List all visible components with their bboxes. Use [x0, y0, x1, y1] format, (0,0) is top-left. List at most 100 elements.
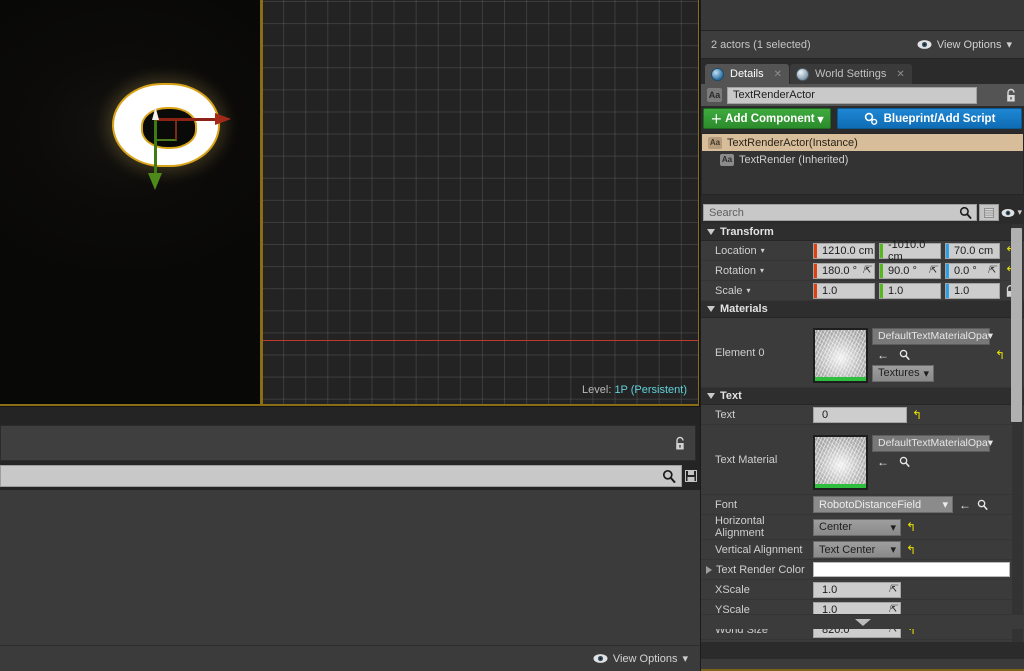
location-z-input[interactable]: 70.0 cm: [945, 242, 1000, 259]
reset-text-button[interactable]: ↰: [911, 408, 923, 422]
outliner-view-options-label: View Options: [936, 38, 1002, 51]
property-label-xscale: XScale: [715, 583, 750, 596]
eye-icon: [593, 653, 608, 664]
browse-asset-icon[interactable]: [899, 456, 915, 467]
text-render-color-label: Text Render Color: [716, 563, 805, 576]
text-value-input[interactable]: 0: [813, 406, 907, 423]
details-bottom-bar: [701, 658, 1024, 671]
reset-horizontal-alignment-button[interactable]: ↰: [905, 520, 917, 534]
details-search-input[interactable]: Search: [703, 204, 978, 221]
details-tabs: Details ✕ World Settings ✕: [701, 64, 1024, 84]
tab-world-settings[interactable]: World Settings ✕: [790, 64, 912, 84]
gizmo-y-axis[interactable]: [154, 119, 157, 177]
save-icon[interactable]: [682, 465, 700, 487]
textures-dropdown[interactable]: Textures ▾: [872, 364, 934, 382]
location-x-input[interactable]: 1210.0 cm: [813, 242, 875, 259]
vertical-alignment-value: Text Center: [819, 543, 876, 556]
viewport-scene-area[interactable]: [0, 0, 260, 406]
level-name[interactable]: 1P (Persistent): [614, 384, 687, 396]
details-scroll-track[interactable]: [1011, 224, 1023, 642]
property-label-text-render-color: Text Render Color: [701, 564, 813, 576]
horizontal-alignment-dropdown[interactable]: Center ▾: [813, 518, 901, 536]
drag-handle-icon: ⇱: [928, 265, 937, 276]
material-asset-picker[interactable]: DefaultTextMaterialOpa ▾: [872, 327, 993, 345]
close-icon[interactable]: ✕: [774, 69, 782, 80]
blueprint-add-script-button[interactable]: Blueprint/Add Script: [837, 108, 1022, 129]
reset-vertical-alignment-button[interactable]: ↰: [905, 543, 917, 557]
font-dropdown[interactable]: RobotoDistanceField ▾: [813, 496, 953, 513]
lock-icon[interactable]: [673, 436, 687, 451]
actor-name-input[interactable]: TextRenderActor: [727, 86, 977, 104]
property-row-text-render-color: Text Render Color: [701, 560, 1024, 580]
tab-world-settings-label: World Settings: [815, 68, 887, 80]
location-y-input[interactable]: -1010.0 cm: [879, 239, 941, 263]
scale-x-input[interactable]: 1.0: [813, 282, 875, 299]
scale-z-input[interactable]: 1.0: [945, 282, 1000, 299]
details-property-list[interactable]: Transform Location ▾ 1210.0 cm -1010.0 c…: [701, 224, 1024, 642]
component-row-textrender[interactable]: Aa TextRender (Inherited): [702, 151, 1023, 168]
xscale-input[interactable]: 1.0 ⇱: [813, 581, 901, 598]
content-browser-search-input[interactable]: [0, 465, 682, 487]
section-header-text[interactable]: Text: [701, 388, 1024, 405]
rotation-z-input[interactable]: 0.0 ° ⇱: [945, 262, 1000, 279]
content-browser-view-options-label[interactable]: View Options: [613, 653, 678, 665]
font-value: RobotoDistanceField: [819, 498, 922, 511]
property-row-rotation: Rotation ▾ 180.0 ° ⇱ 90.0 ° ⇱ 0.0 ° ⇱ ↰: [701, 261, 1024, 281]
text-material-asset-picker[interactable]: DefaultTextMaterialOpa ▾: [872, 434, 993, 452]
drag-handle-icon: ⇱: [987, 265, 996, 276]
chevron-down-icon: ▾: [1017, 207, 1022, 217]
text-value: 0: [822, 408, 829, 421]
gizmo-x-axis[interactable]: [155, 118, 217, 121]
rotation-y-input[interactable]: 90.0 ° ⇱: [879, 262, 941, 279]
material-thumbnail[interactable]: [813, 327, 868, 383]
section-text-label: Text: [720, 390, 742, 402]
chevron-down-icon[interactable]: ▾: [747, 286, 751, 295]
browse-asset-icon[interactable]: [899, 349, 915, 360]
details-search-row: Search ▾: [701, 203, 1024, 222]
viewport-grid-area[interactable]: [260, 0, 699, 406]
gizmo-x-arrowhead[interactable]: [215, 113, 231, 125]
text-render-color-swatch[interactable]: [813, 562, 1010, 577]
outliner-view-options-button[interactable]: View Options ▾: [917, 38, 1012, 51]
xscale-value: 1.0: [822, 583, 838, 596]
content-browser-asset-area[interactable]: [0, 490, 700, 650]
reset-material-button[interactable]: ↰: [994, 348, 1006, 362]
use-selected-font-icon[interactable]: ←: [957, 498, 973, 512]
vertical-alignment-dropdown[interactable]: Text Center ▾: [813, 541, 901, 558]
add-component-button[interactable]: ＋ Add Component ▾: [703, 108, 831, 129]
gizmo-plane-handle[interactable]: [155, 119, 177, 141]
component-row-actor[interactable]: Aa TextRenderActor(Instance): [702, 134, 1023, 151]
gizmo-y-arrowhead[interactable]: [148, 173, 162, 190]
lock-icon[interactable]: [1004, 88, 1018, 103]
chevron-down-icon[interactable]: ▾: [761, 246, 765, 255]
property-label-text: Text: [715, 408, 736, 421]
world-outliner-list[interactable]: [701, 0, 1024, 31]
details-display-mode-button[interactable]: [979, 204, 1000, 221]
component-row-actor-label: TextRenderActor(Instance): [727, 136, 858, 149]
details-view-options-button[interactable]: ▾: [1001, 207, 1022, 218]
details-scrollbar-thumb[interactable]: [1011, 228, 1022, 422]
section-header-transform[interactable]: Transform: [701, 224, 1024, 241]
actor-type-icon: Aa: [707, 88, 722, 102]
chevron-down-icon[interactable]: ▾: [760, 266, 764, 275]
component-row-textrender-label: TextRender (Inherited): [739, 153, 849, 166]
show-more-properties-button[interactable]: [701, 614, 1024, 629]
rotation-x-input[interactable]: 180.0 ° ⇱: [813, 262, 875, 279]
level-viewport[interactable]: Level: 1P (Persistent): [0, 0, 700, 406]
details-action-row: ＋ Add Component ▾ Blueprint/Add Script: [701, 108, 1024, 130]
actor-name-row: Aa TextRenderActor: [701, 84, 1024, 106]
tab-details[interactable]: Details ✕: [705, 64, 790, 84]
chevron-down-icon[interactable]: ▾: [682, 652, 688, 665]
search-icon: [960, 206, 973, 219]
chevron-right-icon[interactable]: [706, 565, 712, 574]
use-selected-asset-icon[interactable]: ←: [875, 455, 891, 469]
use-selected-asset-icon[interactable]: ←: [875, 348, 891, 362]
level-label: Level:: [582, 384, 612, 396]
viewport-level-indicator: Level: 1P (Persistent): [582, 384, 687, 396]
scale-y-input[interactable]: 1.0: [879, 282, 941, 299]
close-icon[interactable]: ✕: [896, 69, 904, 80]
text-material-thumbnail[interactable]: [813, 434, 868, 490]
section-header-materials[interactable]: Materials: [701, 301, 1024, 318]
property-label-text-material: Text Material: [715, 453, 778, 466]
browse-font-icon[interactable]: [977, 499, 993, 510]
